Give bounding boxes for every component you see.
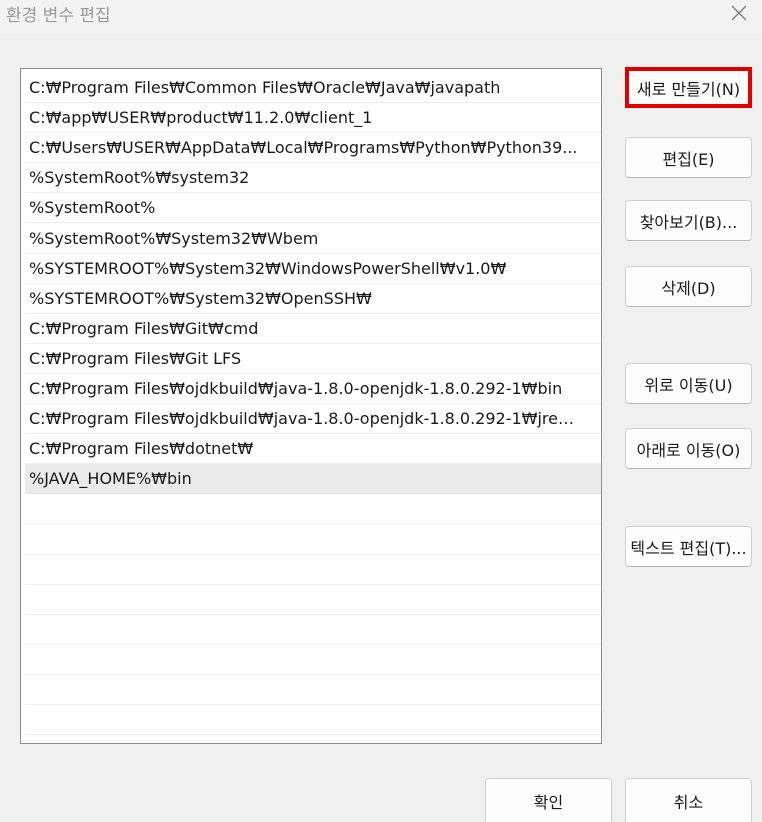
empty-list-row — [25, 525, 601, 555]
list-item[interactable]: %JAVA_HOME%₩bin — [25, 464, 601, 495]
move-down-button[interactable]: 아래로 이동(O) — [625, 428, 752, 469]
list-item-text: C:₩Users₩USER₩AppData₩Local₩Programs₩Pyt… — [29, 138, 578, 158]
close-button[interactable] — [716, 0, 762, 26]
new-button[interactable]: 새로 만들기(N) — [625, 67, 752, 108]
list-item[interactable]: %SystemRoot%₩System32₩Wbem — [25, 224, 601, 254]
edit-environment-variable-dialog: 환경 변수 편집 C:₩Program Files₩Common Files₩O… — [0, 0, 762, 822]
list-item[interactable]: C:₩Users₩USER₩AppData₩Local₩Programs₩Pyt… — [25, 133, 601, 164]
list-item[interactable]: %SystemRoot%₩system32 — [25, 163, 601, 194]
list-item-text: C:₩Program Files₩dotnet₩ — [29, 439, 254, 459]
empty-list-row — [25, 645, 601, 675]
path-list[interactable]: C:₩Program Files₩Common Files₩Oracle₩Jav… — [20, 68, 602, 744]
empty-list-row — [25, 494, 601, 525]
title-bar: 환경 변수 편집 — [0, 0, 762, 34]
list-item[interactable]: %SystemRoot% — [25, 193, 601, 224]
list-item-text: %JAVA_HOME%₩bin — [29, 469, 192, 489]
list-item-text: C:₩Program Files₩Git₩cmd — [29, 318, 259, 338]
list-item-text: %SystemRoot% — [29, 198, 156, 218]
list-item-text: C:₩Program Files₩ojdkbuild₩java-1.8.0-op… — [29, 409, 589, 429]
empty-list-row — [25, 555, 601, 585]
list-item-text: C:₩app₩USER₩product₩11.2.0₩client_1 — [29, 108, 373, 128]
list-item[interactable]: C:₩Program Files₩Git₩cmd — [25, 314, 601, 344]
close-icon — [731, 5, 747, 21]
browse-button[interactable]: 찾아보기(B)... — [625, 200, 752, 241]
list-item[interactable]: %SYSTEMROOT%₩System32₩OpenSSH₩ — [25, 284, 601, 314]
list-item[interactable]: C:₩Program Files₩ojdkbuild₩java-1.8.0-op… — [25, 404, 601, 435]
list-item[interactable]: C:₩Program Files₩Common Files₩Oracle₩Jav… — [25, 73, 601, 103]
empty-list-row — [25, 675, 601, 705]
move-up-button[interactable]: 위로 이동(U) — [625, 363, 752, 404]
delete-button[interactable]: 삭제(D) — [625, 266, 752, 307]
list-item-text: %SystemRoot%₩system32 — [29, 168, 250, 188]
list-item-text: %SYSTEMROOT%₩System32₩WindowsPowerShell₩… — [29, 258, 507, 278]
list-item[interactable]: %SYSTEMROOT%₩System32₩WindowsPowerShell₩… — [25, 254, 601, 284]
list-item-text: C:₩Program Files₩Common Files₩Oracle₩Jav… — [29, 78, 501, 97]
empty-list-row — [25, 705, 601, 736]
cancel-button[interactable]: 취소 — [625, 778, 752, 822]
list-item[interactable]: C:₩Program Files₩dotnet₩ — [25, 434, 601, 465]
list-item[interactable]: C:₩app₩USER₩product₩11.2.0₩client_1 — [25, 103, 601, 134]
list-item-text: C:₩Program Files₩ojdkbuild₩java-1.8.0-op… — [29, 379, 563, 398]
ok-button[interactable]: 확인 — [485, 778, 612, 822]
list-item[interactable]: C:₩Program Files₩Git LFS — [25, 344, 601, 374]
edit-text-button[interactable]: 텍스트 편집(T)... — [625, 526, 752, 567]
empty-list-row — [25, 585, 601, 615]
window-title: 환경 변수 편집 — [6, 6, 111, 26]
empty-list-row — [25, 615, 601, 645]
list-item[interactable]: C:₩Program Files₩ojdkbuild₩java-1.8.0-op… — [25, 374, 601, 404]
list-item-text: %SystemRoot%₩System32₩Wbem — [29, 228, 319, 248]
list-item-text: %SYSTEMROOT%₩System32₩OpenSSH₩ — [29, 288, 372, 308]
list-item-text: C:₩Program Files₩Git LFS — [29, 348, 242, 368]
edit-button[interactable]: 편집(E) — [625, 137, 752, 178]
